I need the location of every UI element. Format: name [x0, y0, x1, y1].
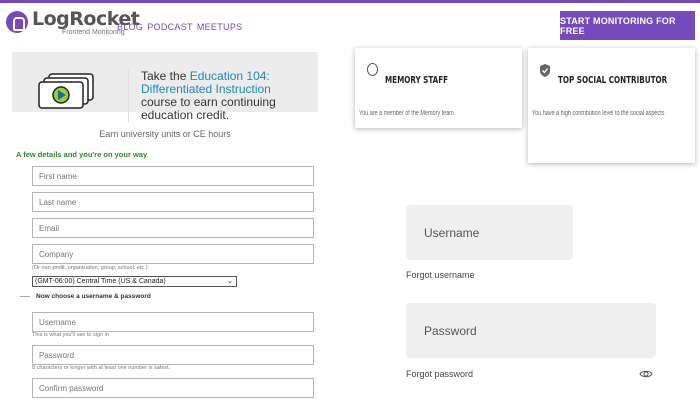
last-name-input[interactable]: Last name [32, 192, 314, 212]
nav-blog-link[interactable]: BLOG [117, 22, 143, 32]
timezone-value: (GMT-06:00) Central Time (US & Canada) [35, 278, 166, 285]
login-password-input[interactable]: Password [406, 303, 656, 358]
logrocket-logo-icon [6, 11, 28, 33]
promo-footer-text: Earn university units or CE hours [99, 129, 231, 139]
badge-title: MEMORY STAFF [385, 75, 449, 86]
top-navigation-bar: LogRocket Frontend Monitoring BLOG PODCA… [0, 0, 700, 44]
chevron-down-icon: ⌄ [227, 278, 233, 285]
confirm-password-input[interactable]: Confirm password [32, 378, 314, 398]
promo-text-after: course to earn continuing education cred… [141, 95, 276, 122]
login-username-input[interactable]: Username [406, 205, 573, 260]
register-password-input[interactable]: Password [32, 345, 314, 365]
primary-nav: BLOG PODCAST MEETUPS [117, 22, 242, 32]
badge-description: You are a member of the Memory team [359, 110, 454, 117]
username-hint: This is what you'll use to sign in [32, 332, 109, 338]
memory-staff-badge: MEMORY STAFF You are a member of the Mem… [355, 48, 522, 128]
eye-icon[interactable] [639, 369, 653, 379]
top-social-contributor-badge: TOP SOCIAL CONTRIBUTOR You have a high c… [528, 48, 695, 163]
nav-meetups-link[interactable]: MEETUPS [197, 22, 243, 32]
company-hint: (Or non-profit, organization, group, sch… [32, 265, 148, 271]
promo-message: Take the Education 104: Differentiated I… [128, 70, 308, 122]
credentials-heading: Now choose a username & password [20, 293, 320, 300]
forgot-password-link[interactable]: Forgot password [406, 369, 473, 379]
shield-check-icon [540, 64, 550, 77]
register-username-input[interactable]: Username [32, 312, 314, 332]
email-input[interactable]: Email [32, 218, 314, 238]
memory-badge-icon [367, 63, 378, 76]
badge-title: TOP SOCIAL CONTRIBUTOR [558, 75, 668, 86]
forgot-username-link[interactable]: Forgot username [406, 270, 475, 280]
first-name-input[interactable]: First name [32, 166, 314, 186]
nav-podcast-link[interactable]: PODCAST [147, 22, 193, 32]
credentials-heading-text: Now choose a username & password [36, 293, 151, 300]
badge-description: You have a high contribution level to th… [532, 110, 665, 117]
video-stack-icon [38, 73, 94, 109]
divider [20, 296, 30, 297]
start-monitoring-button[interactable]: START MONITORING FOR FREE [560, 11, 695, 40]
registration-heading: A few details and you're on your way [16, 150, 148, 159]
promo-text-before: Take the [141, 69, 190, 83]
password-hint: 8 characters or longer with at least one… [32, 365, 171, 371]
company-input[interactable]: Company [32, 244, 314, 264]
education-promo-card: Take the Education 104: Differentiated I… [12, 52, 318, 122]
timezone-select[interactable]: (GMT-06:00) Central Time (US & Canada) ⌄ [32, 276, 237, 287]
